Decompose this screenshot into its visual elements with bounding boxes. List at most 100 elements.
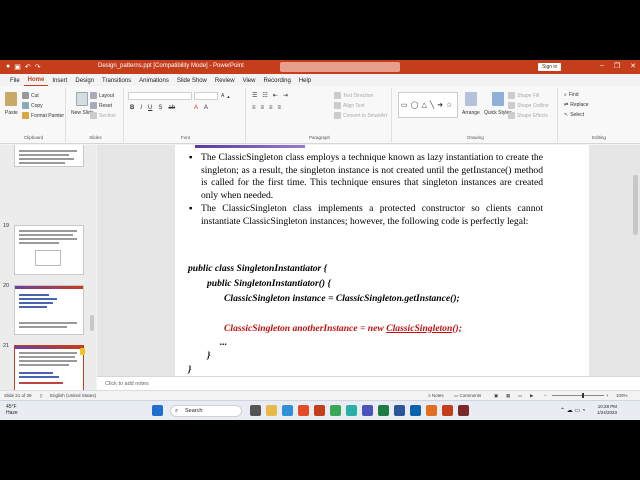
task-view-icon[interactable] [250, 405, 261, 416]
taskbar-search[interactable]: ⌕ Search [170, 405, 242, 417]
replace-button[interactable]: ⇄ Replace [564, 102, 589, 108]
restore-icon[interactable]: ❐ [614, 62, 620, 70]
tab-file[interactable]: File [6, 78, 24, 86]
system-clock[interactable]: 10:28 PM 1/24/2023 [597, 404, 617, 416]
shape-oval-icon[interactable]: ◯ [411, 101, 419, 109]
slideshow-icon[interactable]: ▶ [530, 393, 533, 399]
accessibility-icon[interactable]: ▯ [40, 393, 42, 399]
find-button[interactable]: ⌕ Find [564, 92, 579, 98]
tab-design[interactable]: Design [71, 78, 98, 86]
font-color-icon[interactable]: A [204, 105, 208, 111]
reading-view-icon[interactable]: ▭ [518, 393, 522, 399]
slide-thumbnail-selected[interactable] [14, 345, 84, 390]
justify-icon[interactable]: ≡ [278, 105, 282, 111]
tab-slide-show[interactable]: Slide Show [173, 78, 211, 86]
notes-pane[interactable]: Click to add notes [97, 376, 640, 390]
outlook-icon[interactable] [410, 405, 421, 416]
shape-outline-button[interactable]: Shape Outline [508, 102, 549, 109]
slide-bullet[interactable]: ▪ The ClassicSingleton class implements … [187, 203, 543, 228]
app-icon[interactable] [346, 405, 357, 416]
slide-canvas[interactable]: ▪ The ClassicSingleton class employs a t… [175, 145, 589, 376]
undo-icon[interactable]: ↶ [25, 63, 31, 71]
font-family-dropdown[interactable] [128, 92, 192, 100]
comments-toggle[interactable]: ▭ Comments [454, 393, 481, 399]
zoom-level[interactable]: 100% [616, 393, 628, 398]
minimize-icon[interactable]: – [600, 62, 604, 70]
powerpoint-icon[interactable] [442, 405, 453, 416]
scrollbar-thumb[interactable] [633, 175, 638, 235]
notes-toggle[interactable]: ≡ Notes [428, 393, 444, 398]
cut-button[interactable]: Cut [22, 92, 39, 99]
shape-triangle-icon[interactable]: △ [421, 101, 426, 109]
arrange-button[interactable]: Arrange [462, 92, 480, 116]
zoom-slider[interactable] [552, 395, 604, 396]
excel-icon[interactable] [378, 405, 389, 416]
align-left-icon[interactable]: ≡ [252, 105, 256, 111]
close-icon[interactable]: ✕ [630, 62, 636, 70]
paste-button[interactable]: Paste [5, 92, 18, 116]
save-icon[interactable]: ▣ [14, 63, 21, 71]
numbering-icon[interactable]: ☷ [262, 92, 267, 99]
shadow-icon[interactable]: S [158, 105, 162, 111]
tray-icons[interactable]: ⌃ ☁ ▭ ◔ [560, 407, 585, 414]
bullets-icon[interactable]: ☰ [252, 92, 257, 99]
zoom-in-icon[interactable]: + [606, 393, 609, 398]
tab-help[interactable]: Help [295, 78, 315, 86]
layout-button[interactable]: Layout [90, 92, 114, 99]
shape-line-icon[interactable]: ╲ [430, 101, 434, 109]
tab-view[interactable]: View [239, 78, 260, 86]
increase-indent-icon[interactable]: ⇥ [283, 92, 288, 99]
underline-icon[interactable]: U [148, 105, 152, 111]
italic-icon[interactable]: I [140, 105, 142, 111]
windows-start-icon[interactable] [152, 405, 163, 416]
copy-button[interactable]: Copy [22, 102, 43, 109]
zoom-out-icon[interactable]: – [544, 393, 547, 398]
app-icon[interactable] [314, 405, 325, 416]
thumbnail-scrollbar[interactable] [90, 315, 94, 331]
align-right-icon[interactable]: ≡ [269, 105, 273, 111]
tab-transitions[interactable]: Transitions [98, 78, 135, 86]
select-button[interactable]: ↖ Select [564, 112, 584, 118]
shape-effects-button[interactable]: Shape Effects [508, 112, 548, 119]
tab-insert[interactable]: Insert [48, 78, 71, 86]
slide-thumbnail[interactable] [14, 145, 84, 167]
highlight-color-icon[interactable]: A [194, 105, 198, 111]
section-button[interactable]: Section [90, 112, 116, 119]
chrome-icon[interactable] [330, 405, 341, 416]
shapes-gallery[interactable]: ▭ ◯ △ ╲ ➜ ☆ [398, 92, 458, 118]
weather-widget[interactable]: 45°F Haze [6, 404, 18, 416]
app-icon[interactable] [458, 405, 469, 416]
tab-home[interactable]: Home [23, 77, 49, 86]
tab-review[interactable]: Review [211, 78, 239, 86]
bold-icon[interactable]: B [130, 105, 134, 111]
teams-icon[interactable] [362, 405, 373, 416]
slide-thumbnails-pane[interactable]: 19 20 21 2 [0, 145, 96, 390]
shape-rectangle-icon[interactable]: ▭ [401, 101, 408, 109]
language-indicator[interactable]: English (United States) [50, 393, 96, 398]
slide-scrollbar[interactable] [633, 155, 638, 355]
slide-bullet[interactable]: ▪ The ClassicSingleton class employs a t… [187, 152, 543, 202]
slide-thumbnail[interactable] [14, 285, 84, 335]
slide-thumbnail[interactable] [14, 225, 84, 275]
zoom-slider-thumb[interactable] [582, 393, 584, 398]
normal-view-icon[interactable]: ▣ [494, 393, 498, 399]
tab-recording[interactable]: Recording [259, 78, 294, 86]
shape-star-icon[interactable]: ☆ [446, 101, 452, 109]
reset-button[interactable]: Reset [90, 102, 112, 109]
shape-fill-button[interactable]: Shape Fill [508, 92, 539, 99]
title-search-box[interactable] [280, 62, 400, 72]
redo-icon[interactable]: ↷ [35, 63, 41, 71]
shape-arrow-icon[interactable]: ➜ [437, 101, 443, 109]
convert-smartart-button[interactable]: Convert to SmartArt [334, 112, 387, 119]
strikethrough-icon[interactable]: ab [168, 105, 175, 111]
edge-icon[interactable] [282, 405, 293, 416]
file-explorer-icon[interactable] [266, 405, 277, 416]
grow-font-icon[interactable]: A ▲ [221, 93, 230, 99]
format-painter-button[interactable]: Format Painter [22, 112, 64, 119]
store-icon[interactable] [298, 405, 309, 416]
tab-animations[interactable]: Animations [135, 78, 173, 86]
font-size-dropdown[interactable] [194, 92, 218, 100]
autosave-icon[interactable]: ● [6, 63, 10, 71]
align-text-button[interactable]: Align Text [334, 102, 365, 109]
align-center-icon[interactable]: ≡ [261, 105, 265, 111]
